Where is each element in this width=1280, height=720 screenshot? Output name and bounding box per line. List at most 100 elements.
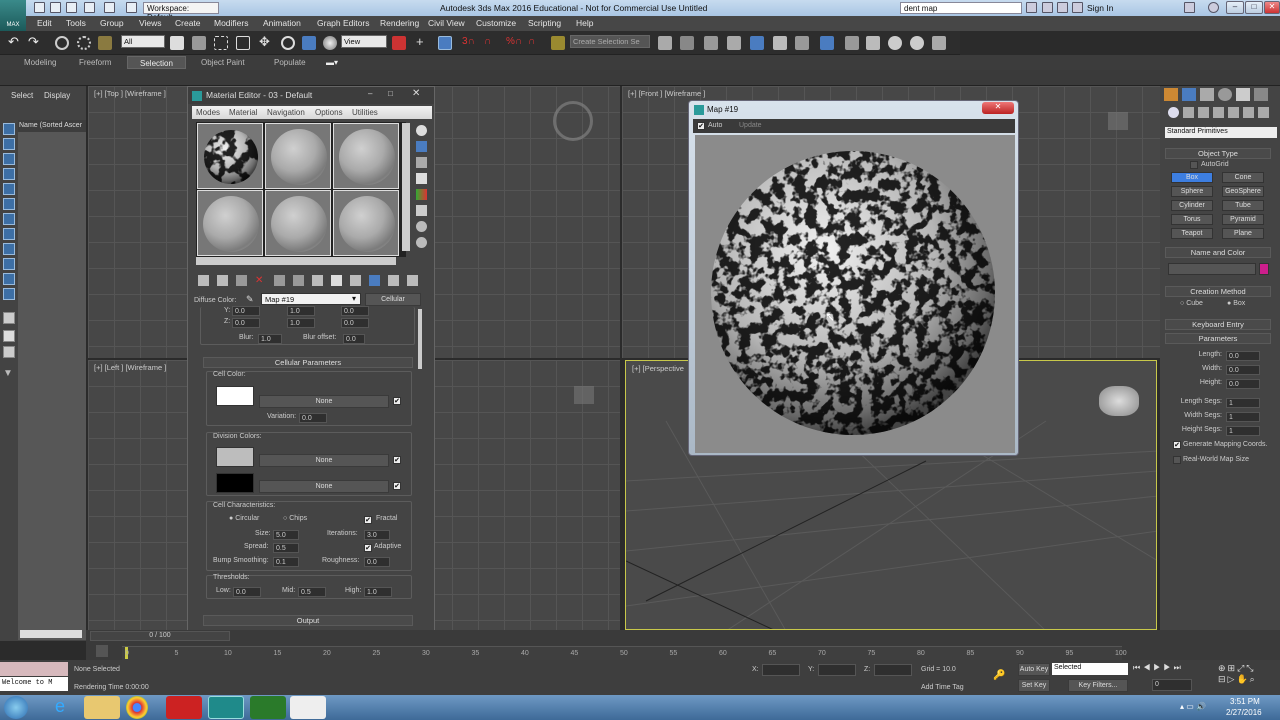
exchange-icon[interactable]	[1184, 2, 1195, 13]
display-all-icon[interactable]	[3, 312, 15, 324]
time-slider[interactable]: 0 / 100	[90, 631, 230, 641]
display-hidden-icon[interactable]	[3, 288, 15, 300]
map-name-input[interactable]: Map #19	[261, 293, 361, 305]
rotate-icon[interactable]	[281, 36, 295, 50]
size-field[interactable]: 5.0	[273, 530, 299, 540]
link-icon[interactable]	[55, 36, 69, 50]
close-button[interactable]: ✕	[982, 102, 1014, 114]
search-input[interactable]: dent map	[900, 2, 1022, 14]
viewcube-icon[interactable]	[1108, 112, 1128, 130]
y-coordinate-field[interactable]	[818, 664, 856, 676]
display-bones-icon[interactable]	[3, 243, 15, 255]
menu-animation[interactable]: Animation	[263, 18, 301, 28]
render-setup-icon[interactable]	[845, 36, 859, 50]
low-field[interactable]: 0.0	[233, 587, 261, 597]
angle-snap-icon[interactable]: ∩	[484, 36, 498, 50]
display-lights-icon[interactable]	[3, 153, 15, 165]
make-unique-icon[interactable]	[293, 275, 304, 286]
3ds-max-icon[interactable]	[208, 696, 244, 719]
slots-horizontal-scrollbar[interactable]	[196, 257, 396, 265]
menu-civil-view[interactable]: Civil View	[428, 18, 465, 28]
workspace-dropdown[interactable]: Workspace: Default	[143, 2, 219, 22]
cell-color-map-checkbox[interactable]: ✔	[393, 397, 401, 405]
explorer-tab-select[interactable]: Select	[11, 91, 33, 100]
division-color-1-swatch[interactable]	[216, 447, 254, 467]
param-field[interactable]: 0.0	[1226, 365, 1260, 375]
chips-radio[interactable]: ○ Chips	[283, 515, 307, 522]
tab-selection[interactable]: Selection	[127, 56, 186, 69]
render-iterative-icon[interactable]	[910, 36, 924, 50]
mirror-icon[interactable]	[658, 36, 672, 50]
angle-z-field[interactable]: 0.0	[341, 318, 369, 328]
menu-scripting[interactable]: Scripting	[528, 18, 561, 28]
copy-material-icon[interactable]	[274, 275, 285, 286]
select-object-icon[interactable]	[170, 36, 184, 50]
display-cameras-icon[interactable]	[3, 168, 15, 180]
generate-mapping-coords-checkbox[interactable]: ✔	[1173, 441, 1181, 449]
make-preview-icon[interactable]	[416, 205, 427, 216]
helpers-icon[interactable]	[1228, 107, 1239, 118]
division-color-2-map-button[interactable]: None	[259, 480, 389, 493]
add-time-tag-button[interactable]: Add Time Tag	[921, 684, 964, 691]
binoculars-icon[interactable]	[1026, 2, 1037, 13]
keyboard-entry-rollout-header[interactable]: Keyboard Entry	[1165, 319, 1271, 330]
sample-slot[interactable]	[333, 123, 399, 189]
key-icon[interactable]: 🔑	[993, 670, 1005, 681]
auto-key-button[interactable]: Auto Key	[1018, 663, 1050, 676]
motion-tab-icon[interactable]	[1218, 88, 1232, 101]
offset-z-field[interactable]: 0.0	[232, 318, 260, 328]
viewcube-icon[interactable]	[574, 386, 594, 404]
sample-slot-active[interactable]	[197, 123, 263, 189]
viewcube-icon[interactable]	[553, 101, 593, 141]
select-by-name-icon[interactable]	[192, 36, 206, 50]
viewport-navigation-controls[interactable]: ⊕⊞⤢⤡ ⊟▷✋⌕	[1218, 663, 1278, 691]
minimize-button[interactable]: –	[1226, 1, 1244, 14]
menu-rendering[interactable]: Rendering	[380, 18, 419, 28]
open-file-icon[interactable]	[50, 2, 61, 13]
start-button[interactable]	[4, 696, 28, 719]
background-checker-icon[interactable]	[416, 157, 427, 168]
rollout-scrollbar[interactable]	[418, 309, 422, 369]
cone-button[interactable]: Cone	[1222, 172, 1264, 183]
close-button[interactable]: ✕	[1264, 1, 1280, 14]
param-field[interactable]: 0.0	[1226, 351, 1260, 361]
move-icon[interactable]: ✥	[259, 34, 273, 49]
creation-method-rollout-header[interactable]: Creation Method	[1165, 286, 1271, 297]
chrome-icon[interactable]	[126, 696, 148, 719]
show-shaded-material-icon[interactable]	[350, 275, 361, 286]
render-production-icon[interactable]	[888, 36, 902, 50]
bump-smoothing-field[interactable]: 0.1	[273, 557, 299, 567]
display-containers-icon[interactable]	[3, 258, 15, 270]
torus-button[interactable]: Torus	[1171, 214, 1213, 225]
plane-button[interactable]: Plane	[1222, 228, 1264, 239]
open-mini-curve-editor-icon[interactable]	[96, 645, 108, 657]
primitive-category-dropdown[interactable]: Standard Primitives	[1165, 127, 1277, 138]
iterations-field[interactable]: 3.0	[364, 530, 390, 540]
pivot-center-icon[interactable]	[392, 36, 406, 50]
assign-to-selection-icon[interactable]	[236, 275, 247, 286]
track-bar[interactable]: 0 5 10 15 20 25 30 35 40 45 50 55 60 65 70 75 80 85 90 95 10…	[122, 646, 1127, 660]
explorer-tab-display[interactable]: Display	[44, 91, 70, 100]
internet-explorer-icon[interactable]: e	[42, 696, 78, 719]
mid-field[interactable]: 0.5	[298, 587, 326, 597]
name-column-header[interactable]: Name (Sorted Ascer	[18, 120, 86, 132]
fractal-checkbox[interactable]: ✔	[364, 516, 372, 524]
window-crossing-icon[interactable]	[236, 36, 250, 50]
z-coordinate-field[interactable]	[874, 664, 912, 676]
param-field[interactable]: 1	[1226, 412, 1260, 422]
sample-slot[interactable]	[333, 190, 399, 256]
render-in-cloud-icon[interactable]	[932, 36, 946, 50]
edit-named-selection-icon[interactable]	[551, 36, 565, 50]
blur-field[interactable]: 1.0	[258, 334, 282, 344]
menu-views[interactable]: Views	[139, 18, 162, 28]
systems-icon[interactable]	[1258, 107, 1269, 118]
maxscript-mini-listener[interactable]: Welcome to M	[0, 677, 68, 691]
sphere-button[interactable]: Sphere	[1171, 186, 1213, 197]
display-groups-icon[interactable]	[3, 213, 15, 225]
angle-y-field[interactable]: 0.0	[341, 306, 369, 316]
maximize-button[interactable]: □	[388, 89, 393, 98]
tab-freeform[interactable]: Freeform	[79, 58, 111, 67]
explorer-scrollbar[interactable]	[20, 630, 82, 638]
parameters-rollout-header[interactable]: Parameters	[1165, 333, 1271, 344]
create-tab-icon[interactable]	[1164, 88, 1178, 101]
